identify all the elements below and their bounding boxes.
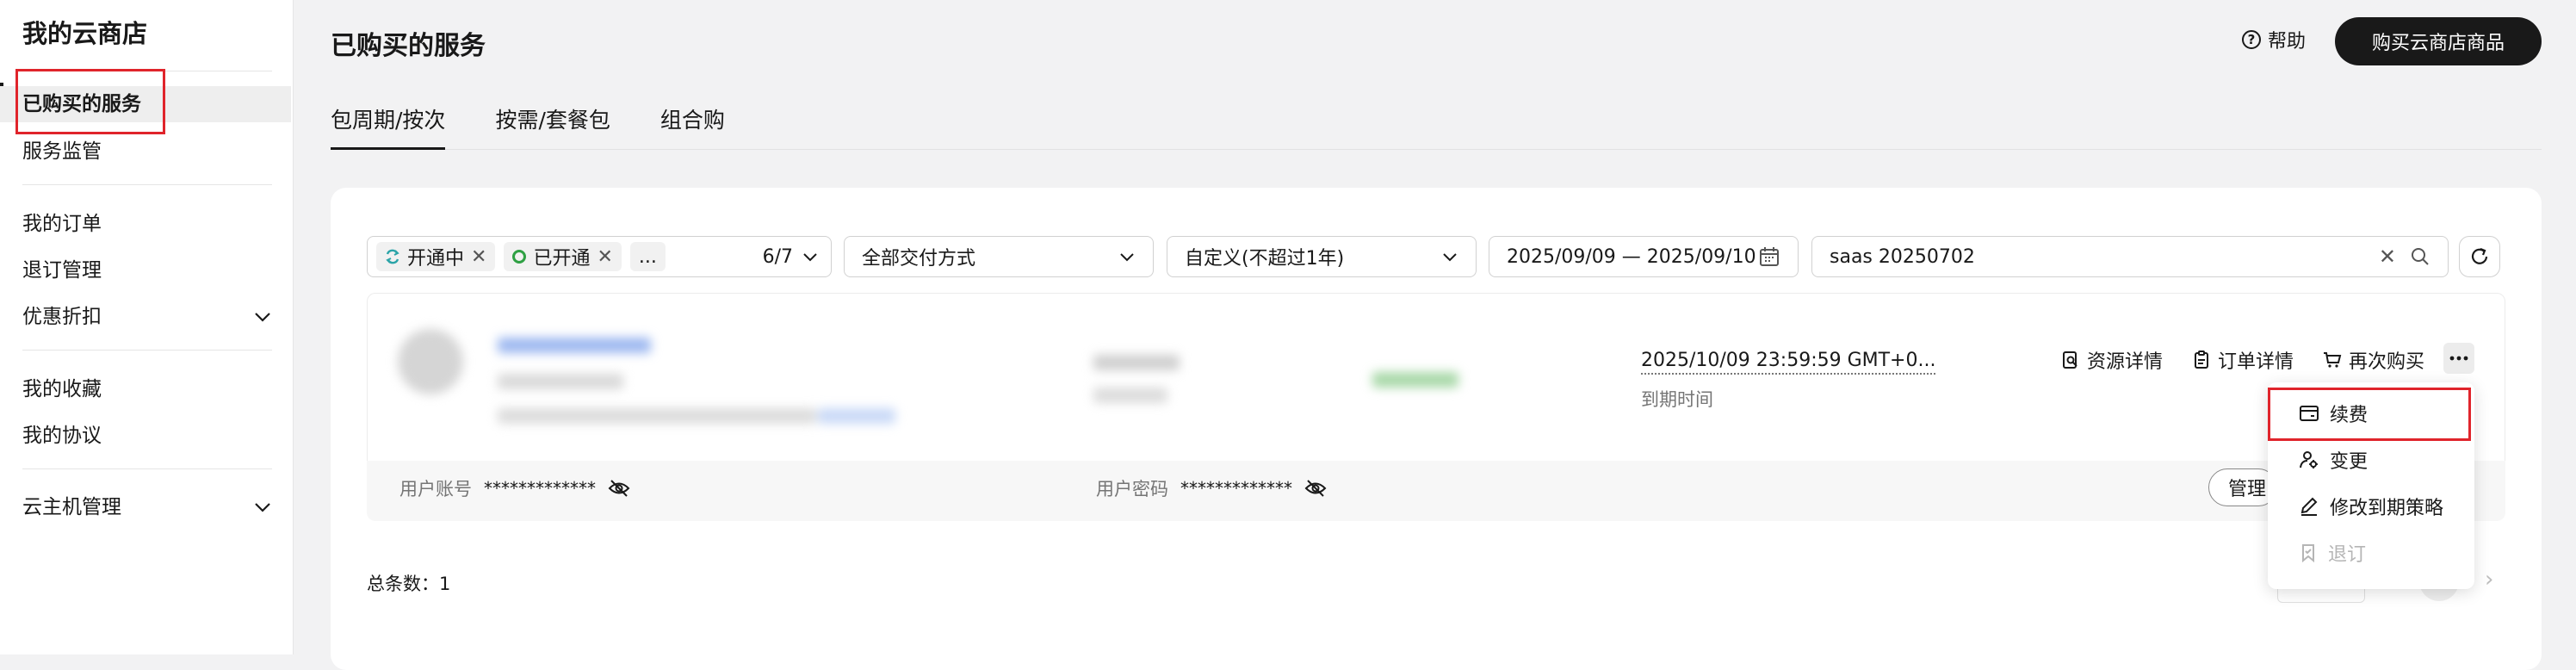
user-account-value: ************* [484,478,596,499]
blurred-text [1093,388,1167,403]
menu-item-unsubscribe: 退订 [2299,536,2366,570]
tabs: 包周期/按次 按需/套餐包 组合购 [331,103,725,150]
user-gear-icon [2300,451,2318,468]
menu-item-change[interactable]: 变更 [2299,443,2368,477]
status-filter[interactable]: 开通中 ✕ 已开通 ✕ ... 6/7 [367,236,832,277]
menu-item-edit-expiry-policy[interactable]: 修改到期策略 [2299,489,2443,524]
tab-subscription[interactable]: 包周期/按次 [331,103,446,150]
resource-search-icon [2063,351,2078,369]
sidebar-item-my-orders[interactable]: 我的订单 [22,206,272,242]
user-password-value: ************* [1180,478,1292,499]
user-password: 用户密码 ************* [1096,475,1327,501]
chevron-down-icon [1120,253,1134,262]
user-password-label: 用户密码 [1096,479,1168,499]
delivery-select[interactable]: 全部交付方式 [844,236,1154,277]
menu-item-label: 修改到期策略 [2330,498,2444,519]
chevron-down-icon [1443,253,1457,262]
service-logo [398,329,463,394]
help-link[interactable]: ? 帮助 [2242,26,2306,53]
chip-label: 已开通 [533,248,591,270]
blurred-text [498,374,623,389]
service-row-credentials-bar [367,461,2505,521]
manage-button[interactable]: 管理 [2208,468,2277,506]
chip-label: 开通中 [407,248,465,270]
status-chip-provisioned[interactable]: 已开通 ✕ [504,242,622,271]
sidebar-item-favorites[interactable]: 我的收藏 [22,371,272,407]
bookmark-icon [2302,544,2314,562]
chevron-down-icon [253,489,272,525]
refresh-icon [2471,247,2488,264]
time-range-select[interactable]: 自定义(不超过1年) [1167,236,1477,277]
expire-label: 到期时间 [1641,389,1713,410]
chevron-down-icon [803,253,817,262]
close-icon[interactable]: ✕ [597,246,612,268]
question-icon: ? [2242,30,2261,49]
action-label: 再次购买 [2349,351,2425,373]
divider [22,468,272,469]
highlight-box-sidebar [15,69,165,134]
menu-item-label: 变更 [2330,451,2369,473]
action-label: 订单详情 [2218,351,2294,373]
eye-off-icon[interactable] [1304,479,1327,498]
action-label: 资源详情 [2087,351,2164,373]
divider [22,184,272,185]
total-count: 总条数：1 [367,574,451,594]
sidebar-brand: 我的云商店 [22,19,148,48]
ellipsis-icon [2449,356,2468,361]
sidebar-item-discounts[interactable]: 优惠折扣 [22,299,272,335]
sidebar-item-label: 云主机管理 [22,496,121,518]
menu-item-label: 退订 [2328,544,2367,566]
sync-icon [385,249,400,264]
calendar-icon [1760,247,1779,266]
help-label: 帮助 [2268,31,2307,53]
sidebar-item-unsubscribe[interactable]: 退订管理 [22,252,272,288]
status-chip-provisioning[interactable]: 开通中 ✕ [376,242,496,271]
eye-off-icon[interactable] [608,479,630,498]
buy-again-link[interactable]: 再次购买 [2323,346,2424,374]
more-actions-button[interactable] [2443,343,2474,374]
sidebar-item-cloud-host[interactable]: 云主机管理 [22,489,272,525]
refresh-button[interactable] [2459,236,2500,277]
status-count-text: 6/7 [762,245,793,268]
buy-marketplace-button[interactable]: 购买云商店商品 [2335,17,2542,65]
tab-on-demand[interactable]: 按需/套餐包 [495,103,610,150]
resource-details-link[interactable]: 资源详情 [2061,346,2163,374]
sidebar-item-label: 优惠折扣 [22,306,102,328]
clipboard-icon [2195,351,2208,369]
cart-icon [2324,352,2342,368]
status-chip-more[interactable]: ... [629,242,666,271]
tab-bundle[interactable]: 组合购 [660,103,725,150]
search-icon[interactable] [2410,246,2430,267]
blurred-text [498,408,816,424]
blurred-status [1372,372,1458,388]
blurred-text [818,408,895,424]
expire-time[interactable]: 2025/10/09 23:59:59 GMT+0... [1641,350,1936,375]
status-count: 6/7 [763,246,819,268]
pencil-icon [2300,497,2318,516]
chevron-down-icon [253,299,272,335]
user-account-label: 用户账号 [399,479,472,499]
user-account: 用户账号 ************* [399,475,630,501]
highlight-box-renew [2268,388,2471,441]
divider [22,350,272,351]
blurred-text [498,338,651,353]
search-input[interactable]: saas 20250702 ✕ [1811,236,2449,277]
close-icon[interactable]: ✕ [471,246,486,268]
time-range-value: 自定义(不超过1年) [1185,248,1345,270]
chevron-right-icon[interactable]: › [2485,567,2493,592]
order-details-link[interactable]: 订单详情 [2192,346,2294,374]
date-range-picker[interactable]: 2025/09/09 — 2025/09/10 [1489,236,1799,277]
sidebar-item-agreements[interactable]: 我的协议 [22,418,272,454]
page-title: 已购买的服务 [331,31,486,61]
clear-icon[interactable]: ✕ [2379,245,2396,269]
blurred-text [1093,355,1180,370]
status-ok-icon [512,250,527,264]
search-value: saas 20250702 [1830,245,1975,268]
date-range-value: 2025/09/09 — 2025/09/10 [1507,245,1756,268]
sidebar-item-service-supervision[interactable]: 服务监管 [22,133,272,170]
delivery-value: 全部交付方式 [862,248,976,270]
